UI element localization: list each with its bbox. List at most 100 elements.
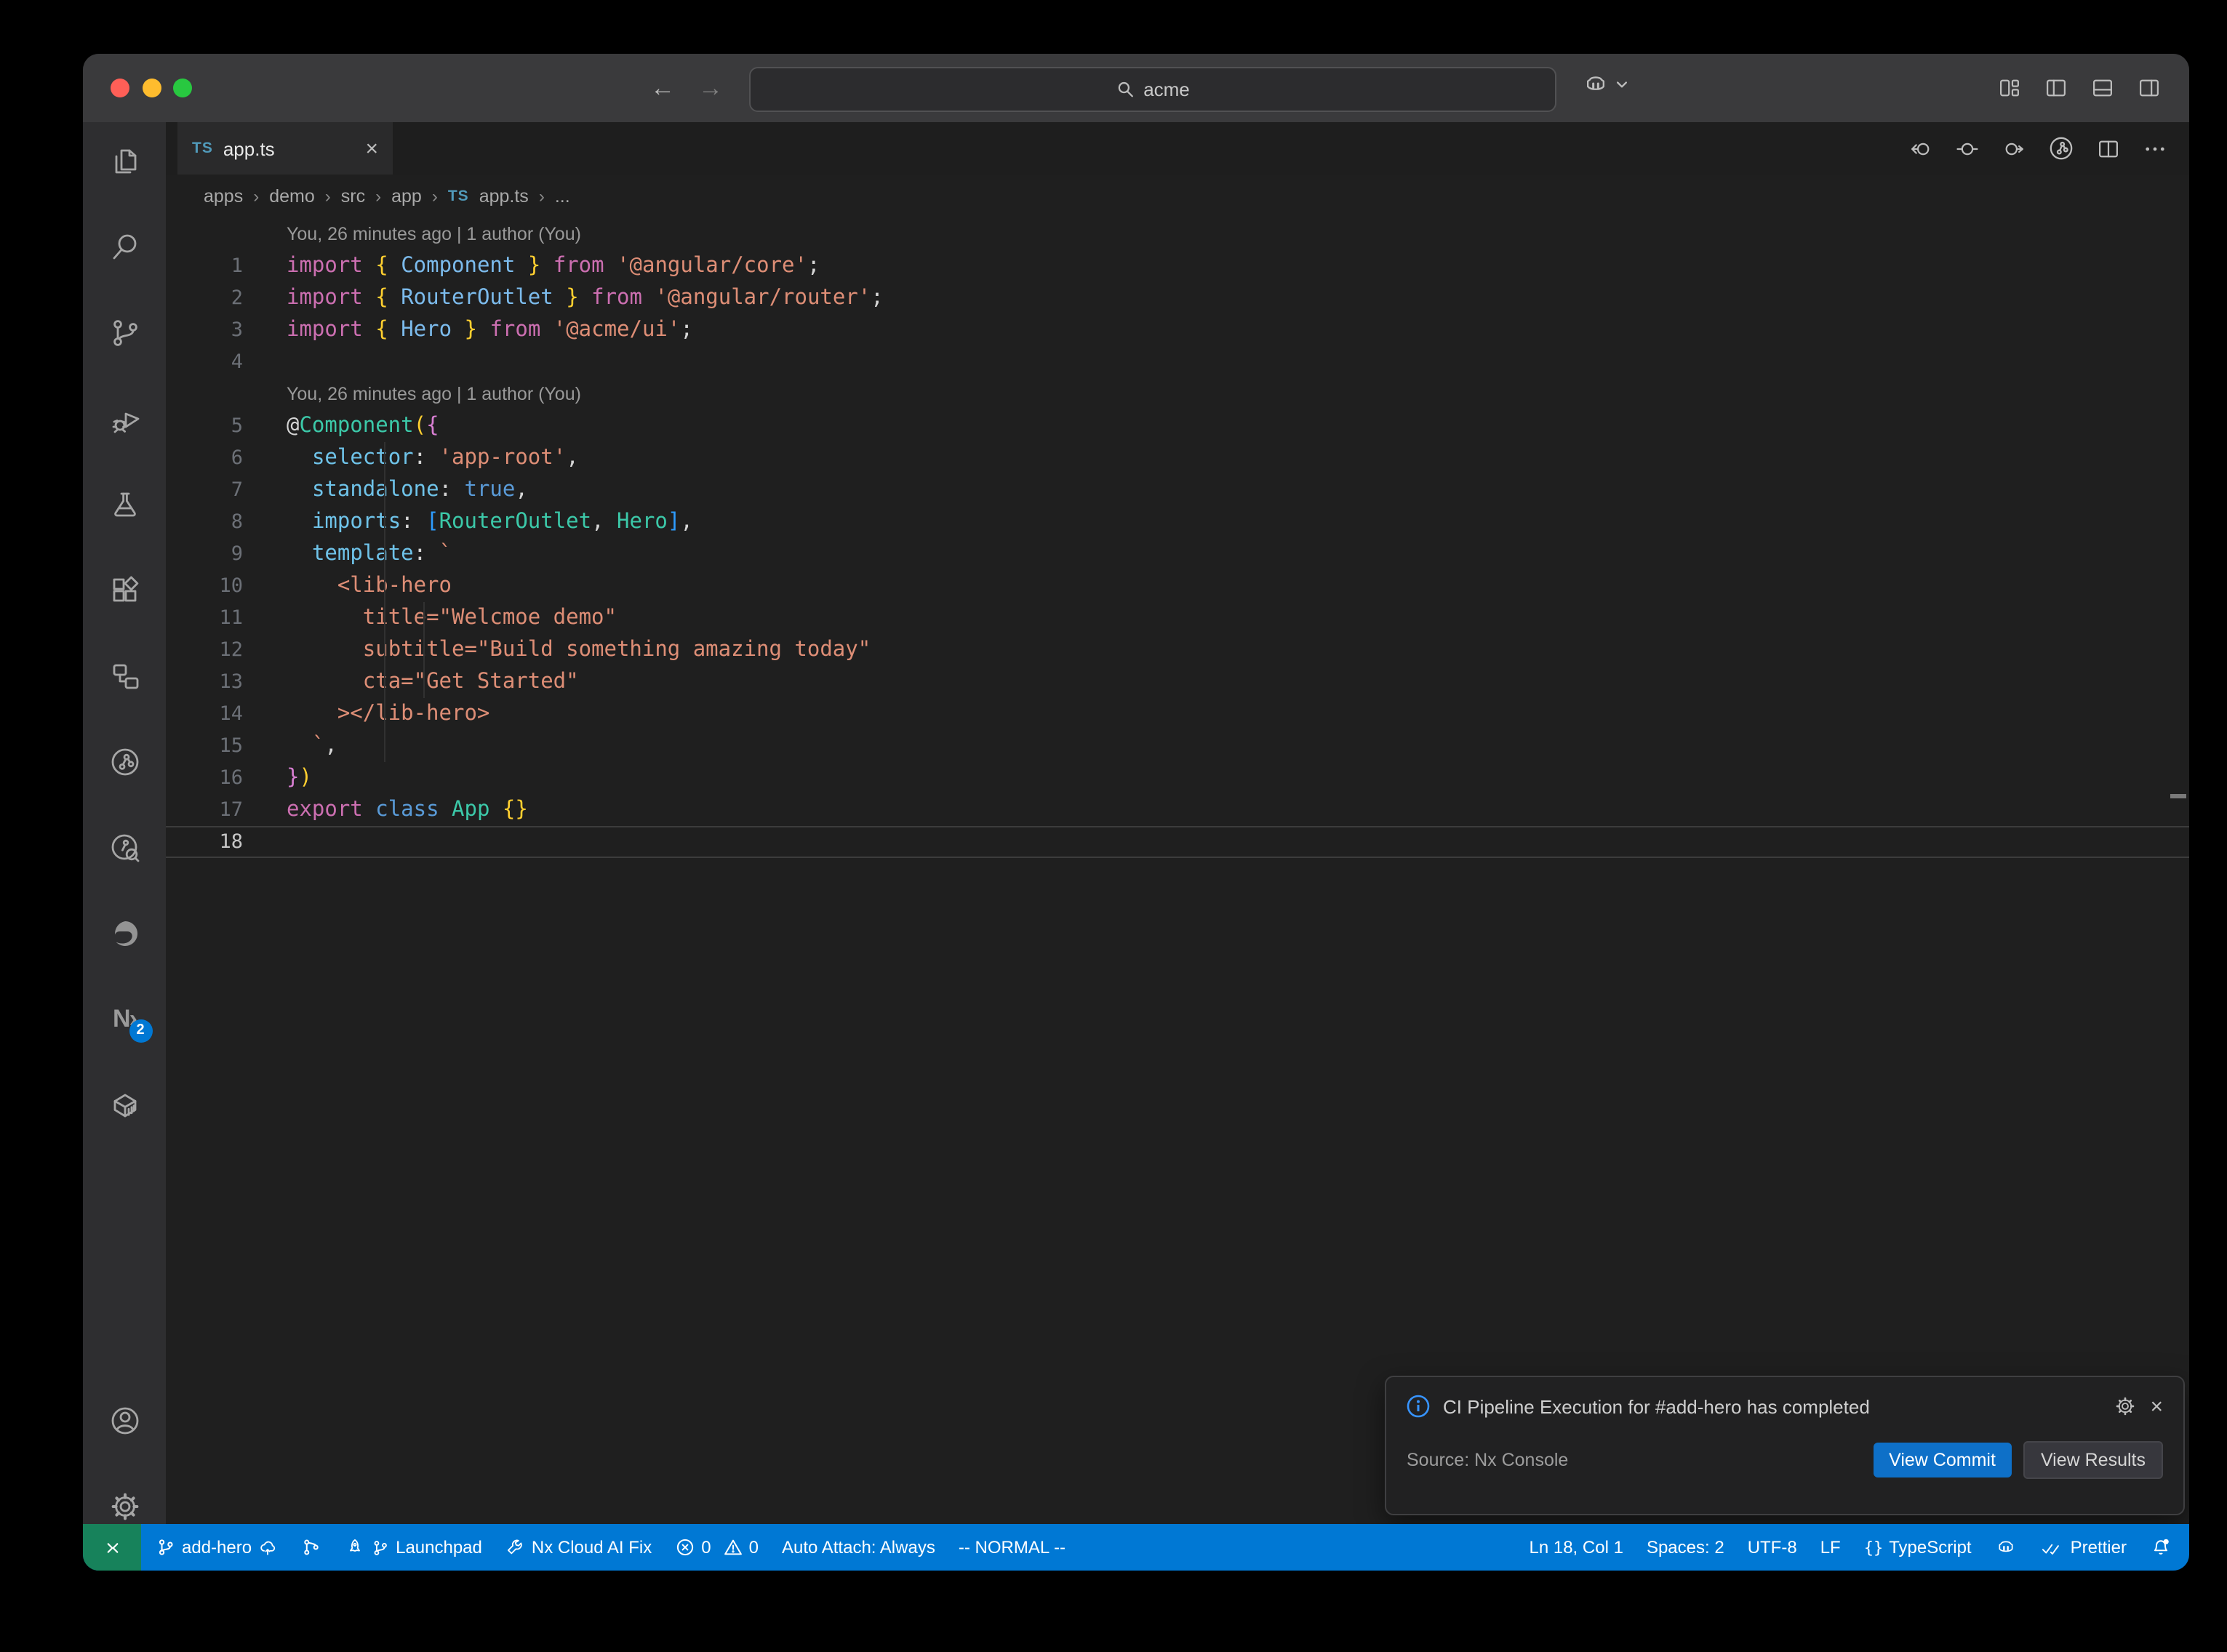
- commit-graph-icon[interactable]: [2047, 134, 2076, 163]
- notification-source: Source: Nx Console: [1407, 1450, 1861, 1470]
- toggle-sidebar-icon[interactable]: [2042, 74, 2070, 102]
- code-line: 6 selector: 'app-root',: [166, 442, 2189, 474]
- navigate-forward-icon[interactable]: →: [698, 76, 723, 100]
- search-icon: [1116, 80, 1135, 99]
- prettier-label: Prettier: [2071, 1537, 2127, 1557]
- wrench-icon: [505, 1537, 526, 1557]
- titlebar: ← → acme: [83, 54, 2189, 122]
- prettier-status[interactable]: Prettier: [2042, 1537, 2127, 1557]
- code-line: 1import { Component } from '@angular/cor…: [166, 250, 2189, 282]
- problems-status[interactable]: 0 0: [675, 1537, 759, 1557]
- overview-ruler-mark: [2170, 794, 2186, 798]
- close-tab-icon[interactable]: ×: [365, 137, 378, 159]
- references-icon[interactable]: [107, 659, 142, 694]
- code-line: 11 title="Welcmoe demo": [166, 602, 2189, 634]
- auto-attach-status[interactable]: Auto Attach: Always: [782, 1537, 935, 1557]
- copilot-icon: [1995, 1536, 2018, 1559]
- blame-annotation: You, 26 minutes ago | 1 author (You): [166, 378, 2189, 410]
- notification-toast: CI Pipeline Execution for #add-hero has …: [1385, 1376, 2185, 1515]
- status-bar: add-hero Launchpad Nx Cloud AI Fix 0 0: [83, 1524, 2189, 1571]
- publish-cloud-icon: [257, 1537, 278, 1557]
- notification-settings-gear-icon[interactable]: [2114, 1395, 2137, 1418]
- cursor-position-status[interactable]: Ln 18, Col 1: [1530, 1537, 1623, 1557]
- search-value: acme: [1143, 79, 1190, 100]
- code-line: 17export class App {}: [166, 794, 2189, 826]
- view-commit-button[interactable]: View Commit: [1873, 1443, 2012, 1477]
- toggle-secondary-sidebar-icon[interactable]: [2135, 74, 2163, 102]
- encoding-status[interactable]: UTF-8: [1748, 1537, 1797, 1557]
- notification-close-icon[interactable]: ×: [2150, 1395, 2163, 1417]
- copilot-menu[interactable]: [1581, 70, 1629, 99]
- double-check-icon: [2042, 1538, 2065, 1557]
- view-results-button[interactable]: View Results: [2023, 1441, 2163, 1479]
- code-line: 8 imports: [RouterOutlet, Hero],: [166, 506, 2189, 538]
- window-controls: [111, 79, 192, 97]
- warning-count: 0: [749, 1537, 759, 1557]
- gitlens-search-icon[interactable]: [107, 830, 142, 865]
- more-actions-icon[interactable]: [2141, 135, 2169, 162]
- source-control-icon[interactable]: [107, 316, 142, 350]
- extensions-icon[interactable]: [107, 573, 142, 608]
- code-line: 15 `,: [166, 730, 2189, 762]
- next-change-icon[interactable]: [2000, 135, 2028, 162]
- nx-cloud-label: Nx Cloud AI Fix: [532, 1537, 652, 1557]
- breadcrumb-item[interactable]: app.ts: [479, 186, 529, 206]
- breadcrumb-item[interactable]: demo: [269, 186, 315, 206]
- zoom-window-button[interactable]: [173, 79, 192, 97]
- breadcrumb-item[interactable]: src: [341, 186, 365, 206]
- code-line: 2import { RouterOutlet } from '@angular/…: [166, 282, 2189, 314]
- toggle-panel-icon[interactable]: [2089, 74, 2116, 102]
- code-line: 7 standalone: true,: [166, 474, 2189, 506]
- breadcrumb-item[interactable]: ...: [555, 186, 570, 206]
- explorer-icon[interactable]: [107, 144, 142, 179]
- notifications-bell[interactable]: [2150, 1536, 2172, 1558]
- breadcrumb-separator: ›: [432, 186, 438, 206]
- minimize-window-button[interactable]: [142, 79, 161, 97]
- typescript-file-icon: TS: [448, 188, 469, 205]
- previous-change-icon[interactable]: [1907, 135, 1935, 162]
- code-line: 14 ></lib-hero>: [166, 698, 2189, 730]
- nx-console-icon[interactable]: N› 2: [107, 1002, 142, 1037]
- current-change-icon[interactable]: [1954, 135, 1981, 162]
- customize-layout-icon[interactable]: [1996, 74, 2023, 102]
- nx-cloud-ai-fix-button[interactable]: Nx Cloud AI Fix: [505, 1537, 652, 1557]
- remote-indicator[interactable]: [83, 1524, 141, 1571]
- screen: ← → acme TS app.ts ×: [0, 0, 2227, 1652]
- search-icon[interactable]: [107, 230, 142, 265]
- breadcrumb-item[interactable]: apps: [204, 186, 243, 206]
- commit-graph-icon[interactable]: [107, 745, 142, 779]
- git-branch-status[interactable]: add-hero: [156, 1537, 278, 1557]
- eol-status[interactable]: LF: [1820, 1537, 1841, 1557]
- vim-mode-status[interactable]: -- NORMAL --: [959, 1537, 1065, 1557]
- breadcrumb-separator: ›: [539, 186, 545, 206]
- command-center-search[interactable]: acme: [749, 67, 1556, 112]
- split-editor-icon[interactable]: [2095, 135, 2122, 162]
- bell-icon: [2150, 1536, 2172, 1558]
- code-line: 3import { Hero } from '@acme/ui';: [166, 314, 2189, 346]
- launchpad-button[interactable]: Launchpad: [345, 1537, 482, 1557]
- navigate-back-icon[interactable]: ←: [650, 76, 675, 100]
- breadcrumb-item[interactable]: app: [391, 186, 422, 206]
- language-mode-status[interactable]: {} TypeScript: [1864, 1537, 1972, 1557]
- tab-app-ts[interactable]: TS app.ts ×: [177, 122, 393, 175]
- accounts-icon[interactable]: [107, 1403, 142, 1438]
- indentation-status[interactable]: Spaces: 2: [1647, 1537, 1724, 1557]
- close-window-button[interactable]: [111, 79, 129, 97]
- editor-pane[interactable]: You, 26 minutes ago | 1 author (You) 1imp…: [166, 218, 2189, 1524]
- indent-guide: [384, 442, 385, 762]
- nx-badge: 2: [129, 1019, 152, 1043]
- testing-icon[interactable]: [107, 487, 142, 522]
- copilot-icon: [1581, 70, 1610, 99]
- tab-bar: TS app.ts ×: [166, 122, 2189, 175]
- typescript-file-icon: TS: [192, 140, 213, 157]
- tab-label: app.ts: [223, 137, 356, 159]
- settings-gear-icon[interactable]: [107, 1489, 142, 1524]
- vscode-window: ← → acme TS app.ts ×: [83, 54, 2189, 1571]
- edge-tools-icon[interactable]: [107, 916, 142, 951]
- source-control-graph-button[interactable]: [301, 1537, 321, 1557]
- errors-icon: [675, 1537, 695, 1557]
- breadcrumb-separator: ›: [253, 186, 259, 206]
- containers-icon[interactable]: [107, 1088, 142, 1123]
- copilot-status[interactable]: [1995, 1536, 2018, 1559]
- run-and-debug-icon[interactable]: [107, 401, 142, 436]
